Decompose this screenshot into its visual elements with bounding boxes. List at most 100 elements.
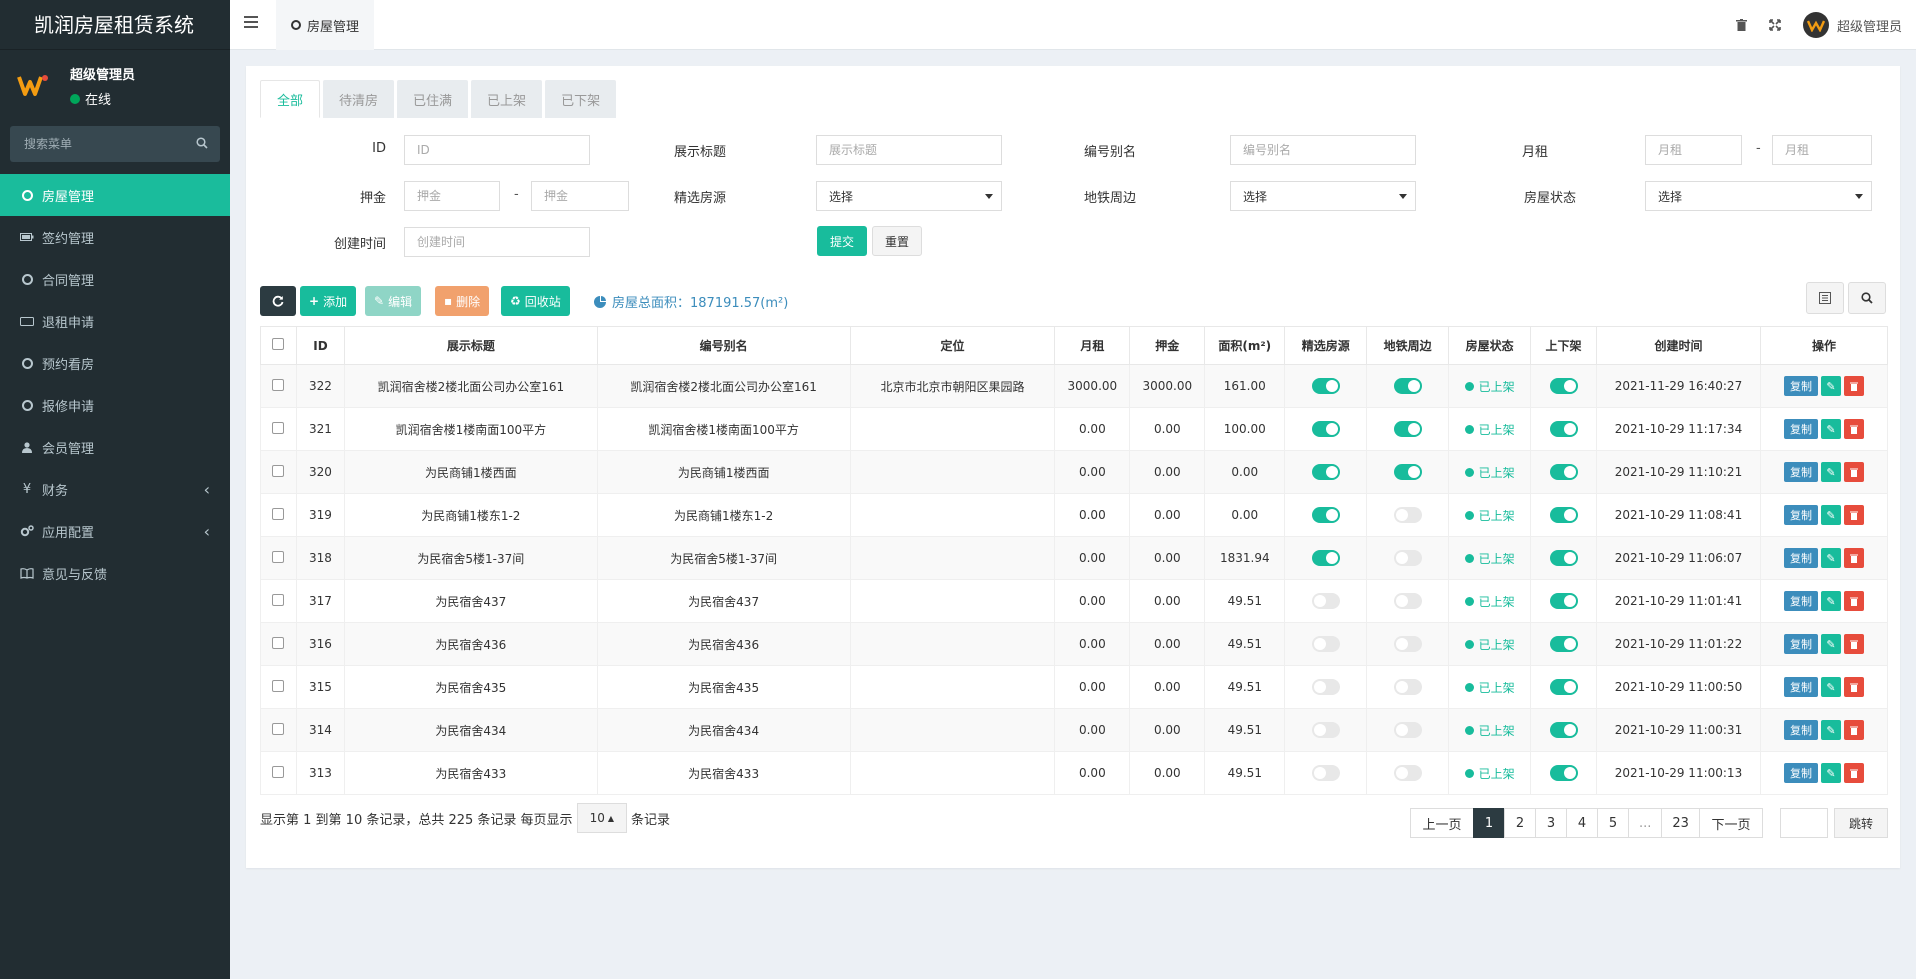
listed-toggle[interactable] <box>1549 507 1578 523</box>
delete-row-button[interactable] <box>1843 634 1864 654</box>
col-title[interactable]: 展示标题 <box>343 326 598 365</box>
page-4-button[interactable]: 4 <box>1566 808 1598 838</box>
edit-row-button[interactable]: ✎ <box>1820 505 1841 525</box>
delete-row-button[interactable] <box>1843 720 1864 740</box>
tab-unlisted[interactable]: 已下架 <box>545 80 617 118</box>
listed-toggle[interactable] <box>1549 593 1578 609</box>
alias-input[interactable] <box>1230 135 1416 165</box>
search-icon[interactable] <box>196 137 208 149</box>
row-checkbox[interactable] <box>272 765 285 778</box>
delete-row-button[interactable] <box>1843 591 1864 611</box>
col-status[interactable]: 房屋状态 <box>1448 326 1532 365</box>
row-checkbox[interactable] <box>272 421 285 434</box>
row-checkbox[interactable] <box>272 550 285 563</box>
select-all-checkbox[interactable] <box>272 338 285 350</box>
col-featured[interactable]: 精选房源 <box>1284 326 1368 365</box>
col-deposit[interactable]: 押金 <box>1129 326 1206 365</box>
reset-button[interactable]: 重置 <box>872 226 922 256</box>
copy-button[interactable]: 复制 <box>1783 376 1818 396</box>
sidebar-item-repair[interactable]: 报修申请 <box>0 384 230 426</box>
featured-toggle[interactable] <box>1311 679 1340 695</box>
delete-row-button[interactable] <box>1843 419 1864 439</box>
created-input[interactable] <box>404 227 590 257</box>
search-toggle-button[interactable] <box>1848 282 1886 314</box>
edit-row-button[interactable]: ✎ <box>1820 376 1841 396</box>
col-metro[interactable]: 地铁周边 <box>1366 326 1450 365</box>
col-id[interactable]: ID <box>295 326 345 365</box>
delete-row-button[interactable] <box>1843 376 1864 396</box>
col-created[interactable]: 创建时间 <box>1596 326 1761 365</box>
metro-toggle[interactable] <box>1393 421 1422 437</box>
app-title[interactable]: 凯润房屋租赁系统 <box>0 0 230 50</box>
metro-toggle[interactable] <box>1393 593 1422 609</box>
featured-select[interactable]: 选择 <box>816 181 1002 211</box>
add-button[interactable]: + 添加 <box>300 286 357 316</box>
featured-toggle[interactable] <box>1311 593 1340 609</box>
page-2-button[interactable]: 2 <box>1504 808 1536 838</box>
delete-row-button[interactable] <box>1843 548 1864 568</box>
jump-page-input[interactable] <box>1780 808 1828 838</box>
delete-row-button[interactable] <box>1843 505 1864 525</box>
metro-toggle[interactable] <box>1393 550 1422 566</box>
recycle-bin-button[interactable]: ♻ 回收站 <box>501 286 570 316</box>
featured-toggle[interactable] <box>1311 722 1340 738</box>
edit-row-button[interactable]: ✎ <box>1820 720 1841 740</box>
listed-toggle[interactable] <box>1549 765 1578 781</box>
edit-row-button[interactable]: ✎ <box>1820 419 1841 439</box>
edit-row-button[interactable]: ✎ <box>1820 462 1841 482</box>
delete-row-button[interactable] <box>1843 462 1864 482</box>
col-location[interactable]: 定位 <box>849 326 1056 365</box>
copy-button[interactable]: 复制 <box>1783 462 1818 482</box>
metro-select[interactable]: 选择 <box>1230 181 1416 211</box>
col-area[interactable]: 面积(m²) <box>1204 326 1286 365</box>
delete-row-button[interactable] <box>1843 763 1864 783</box>
metro-toggle[interactable] <box>1393 722 1422 738</box>
topbar-user[interactable]: 超级管理员 <box>1802 12 1902 38</box>
metro-toggle[interactable] <box>1393 464 1422 480</box>
row-checkbox[interactable] <box>272 679 285 692</box>
menu-toggle-icon[interactable] <box>244 16 258 31</box>
col-rent[interactable]: 月租 <box>1054 326 1131 365</box>
page-23-button[interactable]: 23 <box>1661 808 1700 838</box>
copy-button[interactable]: 复制 <box>1783 720 1818 740</box>
sidebar-item-config[interactable]: 应用配置 ‹ <box>0 510 230 552</box>
tab-all[interactable]: 全部 <box>260 80 321 118</box>
copy-button[interactable]: 复制 <box>1783 591 1818 611</box>
listed-toggle[interactable] <box>1549 421 1578 437</box>
next-page-button[interactable]: 下一页 <box>1698 808 1763 838</box>
tab-full[interactable]: 已住满 <box>397 80 469 118</box>
copy-button[interactable]: 复制 <box>1783 634 1818 654</box>
featured-toggle[interactable] <box>1311 421 1340 437</box>
edit-row-button[interactable]: ✎ <box>1820 591 1841 611</box>
metro-toggle[interactable] <box>1393 765 1422 781</box>
col-alias[interactable]: 编号别名 <box>596 326 851 365</box>
sidebar-item-feedback[interactable]: 意见与反馈 <box>0 552 230 594</box>
listed-toggle[interactable] <box>1549 636 1578 652</box>
id-input[interactable] <box>404 135 590 165</box>
row-checkbox[interactable] <box>272 464 285 477</box>
delete-button[interactable]: ▪ 删除 <box>435 286 490 316</box>
copy-button[interactable]: 复制 <box>1783 505 1818 525</box>
copy-button[interactable]: 复制 <box>1783 763 1818 783</box>
sidebar-item-checkout[interactable]: 退租申请 <box>0 300 230 342</box>
page-3-button[interactable]: 3 <box>1535 808 1567 838</box>
row-checkbox[interactable] <box>272 593 285 606</box>
metro-toggle[interactable] <box>1393 679 1422 695</box>
listed-toggle[interactable] <box>1549 679 1578 695</box>
trash-icon[interactable] <box>1735 19 1747 31</box>
fullscreen-icon[interactable] <box>1769 19 1781 31</box>
edit-button[interactable]: ✎ 编辑 <box>365 286 422 316</box>
edit-row-button[interactable]: ✎ <box>1820 634 1841 654</box>
copy-button[interactable]: 复制 <box>1783 548 1818 568</box>
page-5-button[interactable]: 5 <box>1597 808 1629 838</box>
page-size-select[interactable]: 10 ▲ <box>576 803 627 833</box>
col-listed[interactable]: 上下架 <box>1530 326 1598 365</box>
rent-max-input[interactable] <box>1772 135 1872 165</box>
prev-page-button[interactable]: 上一页 <box>1410 808 1474 838</box>
metro-toggle[interactable] <box>1393 636 1422 652</box>
copy-button[interactable]: 复制 <box>1783 419 1818 439</box>
row-checkbox[interactable] <box>272 722 285 735</box>
column-toggle-button[interactable] <box>1806 282 1844 314</box>
featured-toggle[interactable] <box>1311 550 1340 566</box>
row-checkbox[interactable] <box>272 507 285 520</box>
